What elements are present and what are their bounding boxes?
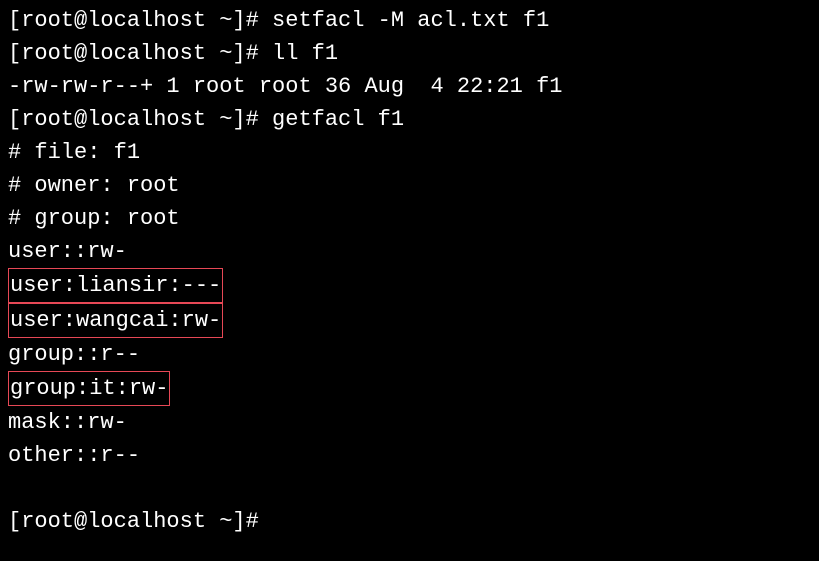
terminal-output: group::r-- (8, 338, 811, 371)
terminal-output: # group: root (8, 202, 811, 235)
acl-user-entry: user:liansir:--- (8, 268, 223, 303)
terminal-output: user::rw- (8, 235, 811, 268)
command-text: setfacl -M acl.txt f1 (272, 8, 549, 33)
terminal-line: [root@localhost ~]# ll f1 (8, 37, 811, 70)
prompt: [root@localhost ~]# (8, 509, 272, 534)
terminal-output: -rw-rw-r--+ 1 root root 36 Aug 4 22:21 f… (8, 70, 811, 103)
terminal-output-highlighted: group:it:rw- (8, 371, 811, 406)
terminal-output: other::r-- (8, 439, 811, 472)
terminal-output-highlighted: user:liansir:--- (8, 268, 811, 303)
command-text: getfacl f1 (272, 107, 404, 132)
acl-user-entry: user:wangcai:rw- (8, 303, 223, 338)
prompt: [root@localhost ~]# (8, 107, 272, 132)
prompt: [root@localhost ~]# (8, 8, 272, 33)
acl-group-entry: group:it:rw- (8, 371, 170, 406)
terminal-output: # owner: root (8, 169, 811, 202)
terminal-input-line[interactable]: [root@localhost ~]# (8, 505, 811, 538)
terminal-blank-line (8, 472, 811, 505)
terminal-line: [root@localhost ~]# getfacl f1 (8, 103, 811, 136)
command-text: ll f1 (272, 41, 338, 66)
terminal-output: mask::rw- (8, 406, 811, 439)
terminal-line: [root@localhost ~]# setfacl -M acl.txt f… (8, 4, 811, 37)
terminal-output-highlighted: user:wangcai:rw- (8, 303, 811, 338)
prompt: [root@localhost ~]# (8, 41, 272, 66)
terminal-output: # file: f1 (8, 136, 811, 169)
